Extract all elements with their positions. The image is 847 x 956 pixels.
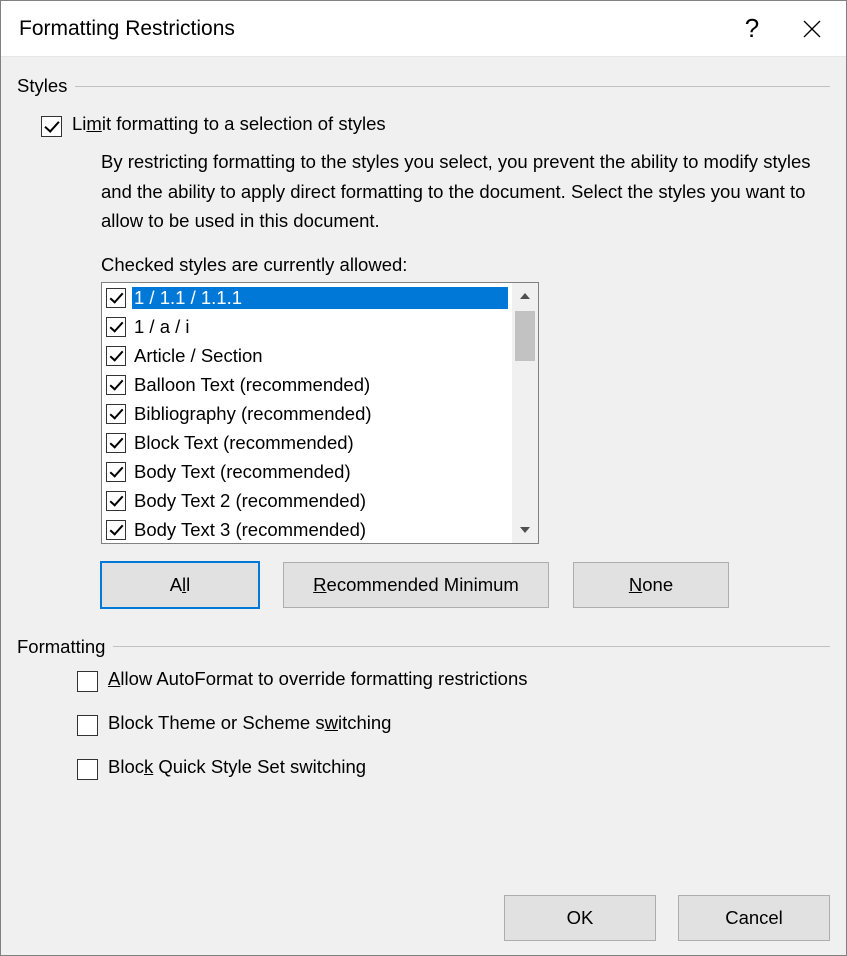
block-theme-checkbox[interactable]	[77, 715, 98, 736]
style-item-checkbox[interactable]	[106, 404, 126, 424]
style-list-item[interactable]: Body Text (recommended)	[102, 457, 512, 486]
block-quickstyle-row[interactable]: Block Quick Style Set switching	[77, 756, 830, 780]
scroll-thumb[interactable]	[515, 311, 535, 361]
style-item-label: 1 / a / i	[134, 316, 190, 337]
formatting-group-label: Formatting	[17, 636, 830, 658]
limit-formatting-checkbox-row[interactable]: Limit formatting to a selection of style…	[41, 113, 830, 137]
style-item-checkbox[interactable]	[106, 491, 126, 511]
style-item-label: Body Text 2 (recommended)	[134, 490, 366, 511]
style-item-label: Body Text (recommended)	[134, 461, 351, 482]
style-item-checkbox[interactable]	[106, 375, 126, 395]
style-list-item[interactable]: Block Text (recommended)	[102, 428, 512, 457]
style-list-item[interactable]: Body Text 3 (recommended)	[102, 515, 512, 543]
limit-formatting-label: Limit formatting to a selection of style…	[72, 113, 386, 135]
style-item-checkbox[interactable]	[106, 317, 126, 337]
style-item-label: Body Text 3 (recommended)	[134, 519, 366, 540]
none-button[interactable]: None	[573, 562, 729, 608]
style-list-item[interactable]: 1 / a / i	[102, 312, 512, 341]
style-list-item[interactable]: Balloon Text (recommended)	[102, 370, 512, 399]
all-button[interactable]: All	[101, 562, 259, 608]
style-item-label: 1 / 1.1 / 1.1.1	[134, 287, 242, 308]
style-item-label: Bibliography (recommended)	[134, 403, 372, 424]
limit-formatting-checkbox[interactable]	[41, 116, 62, 137]
titlebar: Formatting Restrictions ?	[1, 1, 846, 57]
style-buttons-row: All Recommended Minimum None	[101, 562, 830, 608]
recommended-minimum-button[interactable]: Recommended Minimum	[283, 562, 549, 608]
scroll-up-icon[interactable]	[512, 283, 538, 309]
block-quickstyle-checkbox[interactable]	[77, 759, 98, 780]
styles-group-label: Styles	[17, 75, 830, 97]
style-item-checkbox[interactable]	[106, 520, 126, 540]
restriction-description: By restricting formatting to the styles …	[101, 147, 830, 236]
scroll-down-icon[interactable]	[512, 517, 538, 543]
style-list-item[interactable]: Bibliography (recommended)	[102, 399, 512, 428]
help-button[interactable]: ?	[722, 1, 782, 57]
style-item-checkbox[interactable]	[106, 288, 126, 308]
allow-autoformat-label: Allow AutoFormat to override formatting …	[108, 668, 528, 690]
style-item-label: Block Text (recommended)	[134, 432, 354, 453]
allow-autoformat-row[interactable]: Allow AutoFormat to override formatting …	[77, 668, 830, 692]
style-item-checkbox[interactable]	[106, 462, 126, 482]
block-quickstyle-label: Block Quick Style Set switching	[108, 756, 366, 778]
close-button[interactable]	[782, 1, 842, 57]
style-list-item[interactable]: 1 / 1.1 / 1.1.1	[102, 283, 512, 312]
dialog-footer: OK Cancel	[17, 885, 830, 941]
style-item-checkbox[interactable]	[106, 433, 126, 453]
checked-styles-label: Checked styles are currently allowed:	[101, 254, 830, 276]
dialog-title: Formatting Restrictions	[19, 17, 722, 41]
style-item-label: Article / Section	[134, 345, 263, 366]
style-list-item[interactable]: Article / Section	[102, 341, 512, 370]
formatting-restrictions-dialog: Formatting Restrictions ? Styles Limit f…	[0, 0, 847, 956]
block-theme-label: Block Theme or Scheme switching	[108, 712, 391, 734]
style-item-checkbox[interactable]	[106, 346, 126, 366]
cancel-button[interactable]: Cancel	[678, 895, 830, 941]
styles-listbox[interactable]: 1 / 1.1 / 1.1.1 1 / a / i Article / Sectio…	[101, 282, 539, 544]
style-item-label: Balloon Text (recommended)	[134, 374, 370, 395]
ok-button[interactable]: OK	[504, 895, 656, 941]
block-theme-row[interactable]: Block Theme or Scheme switching	[77, 712, 830, 736]
style-list-item[interactable]: Body Text 2 (recommended)	[102, 486, 512, 515]
styles-scrollbar[interactable]	[512, 283, 538, 543]
allow-autoformat-checkbox[interactable]	[77, 671, 98, 692]
